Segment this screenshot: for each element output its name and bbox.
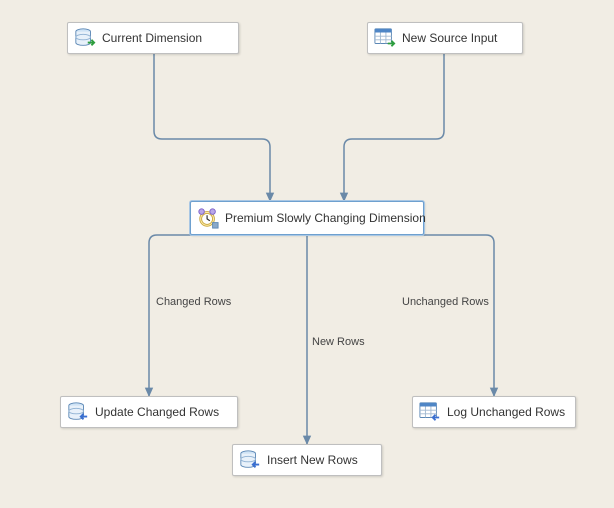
connectors [0,0,614,508]
node-label: Current Dimension [102,31,202,45]
node-premium-slowly-changing-dimension[interactable]: Premium Slowly Changing Dimension [190,201,424,235]
grid-source-icon [374,27,396,49]
database-icon [74,27,96,49]
node-label: Update Changed Rows [95,405,219,419]
edge-label-changed-rows: Changed Rows [156,296,231,308]
node-new-source-input[interactable]: New Source Input [367,22,523,54]
edge-newsource-to-scd [344,54,444,201]
flow-canvas[interactable]: { "nodes": { "current_dimension": { "lab… [0,0,614,508]
node-label: Insert New Rows [267,453,358,467]
edge-label-unchanged-rows: Unchanged Rows [402,296,489,308]
node-current-dimension[interactable]: Current Dimension [67,22,239,54]
node-label: Premium Slowly Changing Dimension [225,211,426,225]
node-label: Log Unchanged Rows [447,405,565,419]
edge-scd-to-log [369,235,494,396]
edge-label-new-rows: New Rows [312,336,365,348]
node-label: New Source Input [402,31,497,45]
database-insert-icon [239,449,261,471]
clock-icon [197,207,219,229]
node-update-changed-rows[interactable]: Update Changed Rows [60,396,238,428]
edge-current-to-scd [154,54,270,201]
grid-log-icon [419,401,441,423]
database-update-icon [67,401,89,423]
node-insert-new-rows[interactable]: Insert New Rows [232,444,382,476]
edge-scd-to-update [149,235,245,396]
node-log-unchanged-rows[interactable]: Log Unchanged Rows [412,396,576,428]
